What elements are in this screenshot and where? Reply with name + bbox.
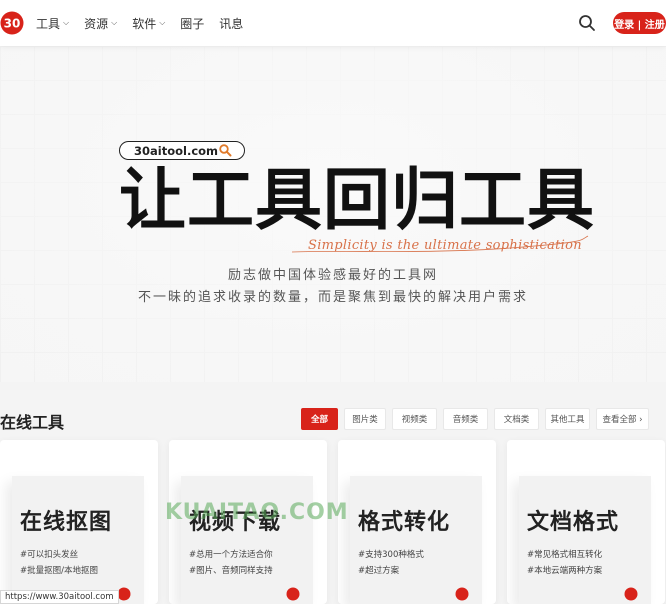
card-tag: #批量抠图/本地抠图 — [20, 566, 98, 576]
chevron-down-icon: ⌵ — [111, 18, 118, 27]
site-logo-icon — [455, 587, 469, 601]
tool-card-document-format[interactable]: 文档格式 #常见格式相互转化 #本地云端两种方案 — [507, 440, 665, 604]
card-title: 格式转化 — [358, 510, 451, 535]
watermark: KUAITAO.COM — [165, 500, 349, 525]
card-tag: #超过方案 — [358, 566, 400, 576]
top-header: 30 工具 ⌵ 资源 ⌵ 软件 ⌵ 圈子 讯息 登录 | 注册 — [0, 0, 666, 46]
hero-banner: 30aitool.com 让工具回归工具 Simplicity is the u… — [0, 46, 666, 382]
card-tag: #总用一个方法适合你 — [189, 550, 273, 560]
site-logo-icon — [117, 587, 131, 601]
status-bar-url: https://www.30aitool.com — [0, 590, 119, 604]
hero-title: 让工具回归工具 — [119, 161, 595, 239]
nav-item-resources[interactable]: 资源 ⌵ — [84, 15, 117, 32]
search-icon[interactable] — [578, 14, 596, 32]
hero-script-tagline: Simplicity is the ultimate sophisticatio… — [308, 238, 582, 253]
nav-item-tools[interactable]: 工具 ⌵ — [36, 15, 69, 32]
site-logo-icon — [624, 587, 638, 601]
tool-card-format-convert[interactable]: 格式转化 #支持300种格式 #超过方案 — [338, 440, 496, 604]
domain-text: 30aitool.com — [134, 143, 219, 158]
card-panel: 视频下载 #总用一个方法适合你 #图片、音频同样支持 — [181, 476, 313, 604]
main-nav: 工具 ⌵ 资源 ⌵ 软件 ⌵ 圈子 讯息 — [36, 0, 258, 46]
tab-other-tools[interactable]: 其他工具 — [545, 408, 590, 430]
tab-video[interactable]: 视频类 — [392, 408, 437, 430]
card-tag: #可以扣头发丝 — [20, 550, 79, 560]
card-panel: 格式转化 #支持300种格式 #超过方案 — [350, 476, 482, 604]
card-panel: 在线抠图 #可以扣头发丝 #批量抠图/本地抠图 — [12, 476, 144, 604]
chevron-down-icon: ⌵ — [159, 18, 166, 27]
svg-text:30: 30 — [4, 17, 21, 31]
login-register-button[interactable]: 登录 | 注册 — [613, 12, 666, 34]
card-panel: 文档格式 #常见格式相互转化 #本地云端两种方案 — [519, 476, 651, 604]
hero-subtitle-1: 励志做中国体验感最好的工具网 — [227, 268, 438, 283]
site-logo-icon — [286, 587, 300, 601]
section-title: 在线工具 — [0, 413, 65, 432]
category-tabs: 全部 图片类 视频类 音频类 文档类 其他工具 查看全部 › — [301, 408, 649, 430]
nav-item-software[interactable]: 软件 ⌵ — [132, 15, 165, 32]
tab-image[interactable]: 图片类 — [344, 408, 386, 430]
tab-audio[interactable]: 音频类 — [443, 408, 488, 430]
nav-item-circle[interactable]: 圈子 — [180, 15, 204, 32]
chevron-down-icon: ⌵ — [63, 18, 70, 27]
card-title: 在线抠图 — [20, 510, 113, 535]
hero-subtitle-2: 不一昧的追求收录的数量，而是聚焦到最快的解决用户需求 — [137, 290, 528, 305]
search-icon — [219, 144, 232, 157]
tab-document[interactable]: 文档类 — [494, 408, 539, 430]
card-title: 文档格式 — [527, 510, 620, 535]
domain-pill[interactable]: 30aitool.com — [119, 141, 245, 160]
tab-all[interactable]: 全部 — [301, 408, 338, 430]
card-tag: #支持300种格式 — [358, 550, 424, 560]
view-all-link[interactable]: 查看全部 › — [596, 408, 649, 430]
card-tag: #本地云端两种方案 — [527, 566, 603, 576]
nav-item-news[interactable]: 讯息 — [219, 15, 243, 32]
site-logo[interactable]: 30 — [0, 11, 24, 35]
card-tag: #常见格式相互转化 — [527, 550, 603, 560]
card-tag: #图片、音频同样支持 — [189, 566, 273, 576]
tool-card-cutout[interactable]: 在线抠图 #可以扣头发丝 #批量抠图/本地抠图 — [0, 440, 158, 604]
